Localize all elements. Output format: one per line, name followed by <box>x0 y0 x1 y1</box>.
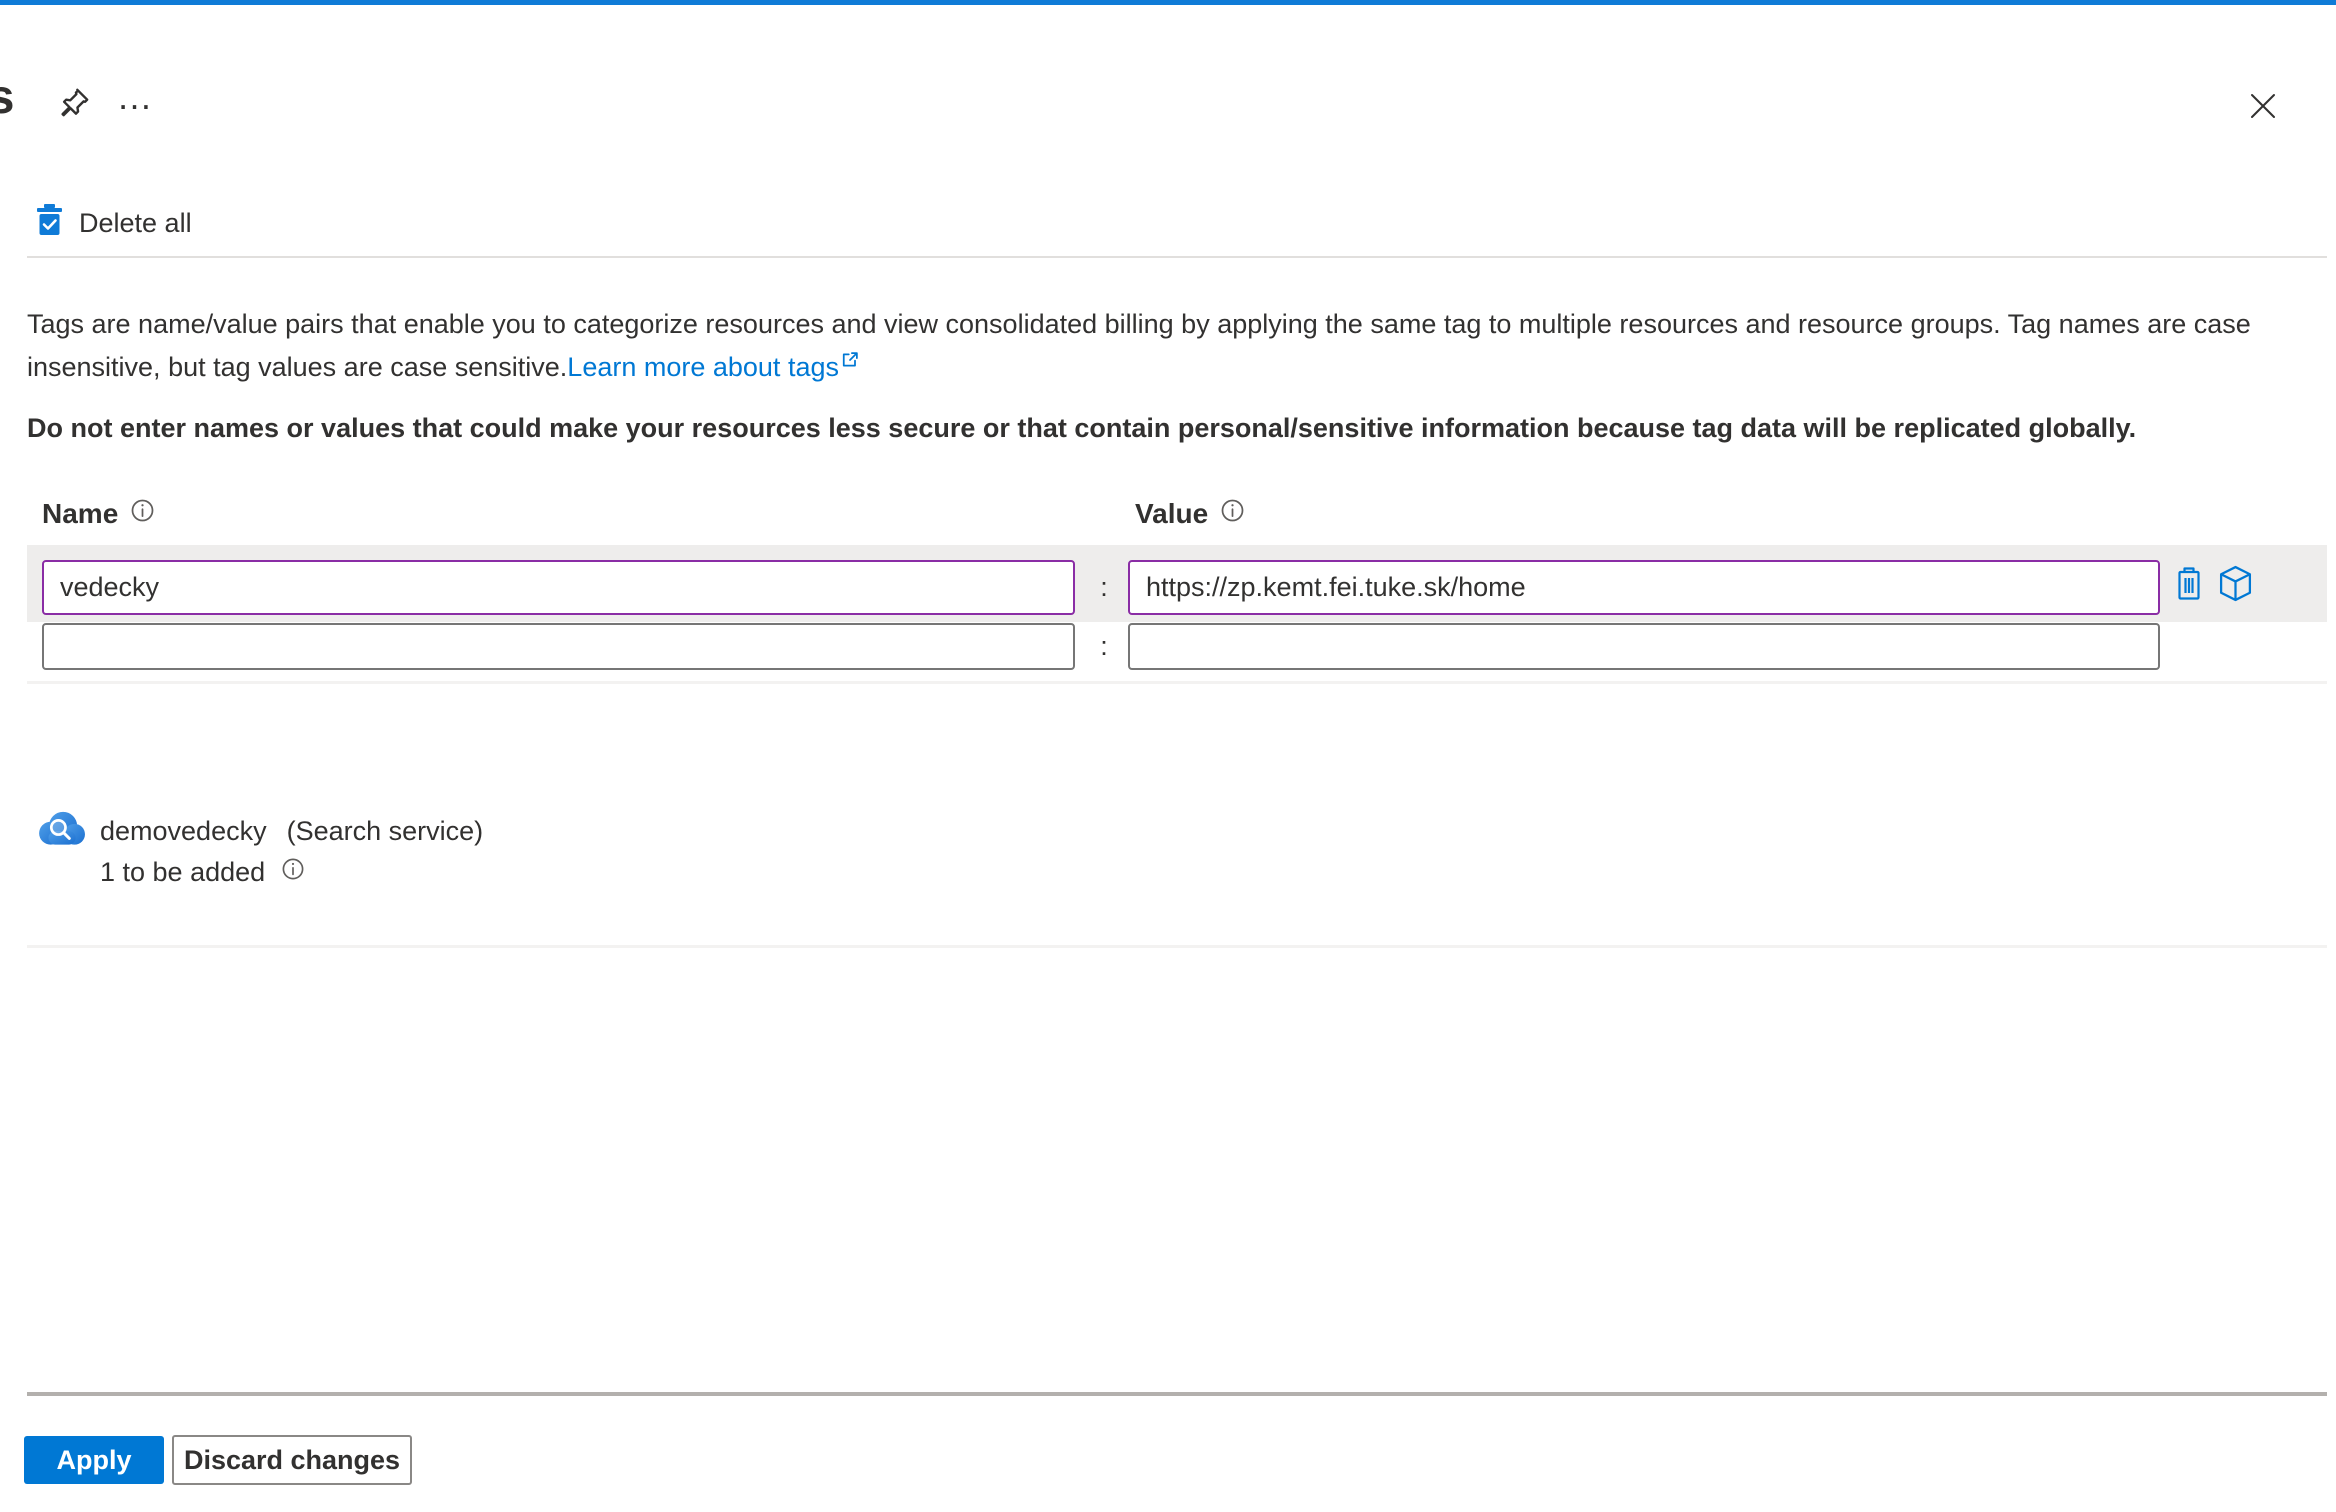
delete-all-button[interactable]: Delete all <box>36 200 192 246</box>
resource-type: (Search service) <box>286 816 484 846</box>
top-accent-bar <box>0 0 2336 5</box>
page-title: Tags <box>0 71 15 124</box>
tag-row: : <box>27 622 2327 681</box>
info-icon[interactable] <box>1220 498 1245 530</box>
value-column-header: Value <box>1135 498 1245 530</box>
tags-description: Tags are name/value pairs that enable yo… <box>27 306 2319 386</box>
close-blade-button[interactable] <box>2238 82 2288 132</box>
tag-row: : <box>27 545 2327 623</box>
more-commands-button[interactable]: … <box>112 76 160 128</box>
value-header-label: Value <box>1135 498 1209 529</box>
resource-tag-status: 1 to be added <box>100 857 305 888</box>
search-service-cloud-icon <box>36 810 86 851</box>
resource-name: demovedecky <box>100 816 267 846</box>
name-value-separator: : <box>1100 572 1108 602</box>
learn-more-link[interactable]: Learn more about tags <box>567 352 839 382</box>
tag-status-text: 1 to be added <box>100 857 266 887</box>
external-link-icon <box>840 343 860 380</box>
tag-value-input[interactable] <box>1128 623 2160 670</box>
trash-icon <box>2175 567 2203 603</box>
tag-name-input[interactable] <box>42 560 1075 615</box>
name-header-label: Name <box>42 498 119 529</box>
delete-all-label: Delete all <box>79 207 192 238</box>
pin-icon <box>56 85 92 124</box>
affected-resource: demovedecky (Search service) <box>100 816 483 847</box>
close-icon <box>2248 91 2278 124</box>
discard-changes-button[interactable]: Discard changes <box>172 1435 412 1485</box>
delete-tag-button[interactable] <box>2167 563 2211 607</box>
name-value-separator: : <box>1100 631 1108 661</box>
delete-all-checked-trash-icon <box>36 204 63 242</box>
info-icon[interactable] <box>281 857 305 888</box>
pin-button[interactable] <box>50 80 98 128</box>
footer-divider <box>27 1392 2327 1396</box>
rows-divider <box>27 681 2327 684</box>
security-warning-text: Do not enter names or values that could … <box>27 413 2137 443</box>
tag-name-input[interactable] <box>42 623 1075 670</box>
ellipsis-icon: … <box>116 76 156 117</box>
cube-icon <box>2219 565 2252 605</box>
tags-description-text: Tags are name/value pairs that enable yo… <box>27 309 2251 382</box>
command-bar-divider <box>27 256 2327 258</box>
resource-scope-button[interactable] <box>2213 563 2257 607</box>
apply-button[interactable]: Apply <box>24 1436 164 1484</box>
info-icon[interactable] <box>130 498 155 530</box>
resource-section-divider <box>27 945 2327 948</box>
name-column-header: Name <box>42 498 155 530</box>
tag-value-input[interactable] <box>1128 560 2160 615</box>
